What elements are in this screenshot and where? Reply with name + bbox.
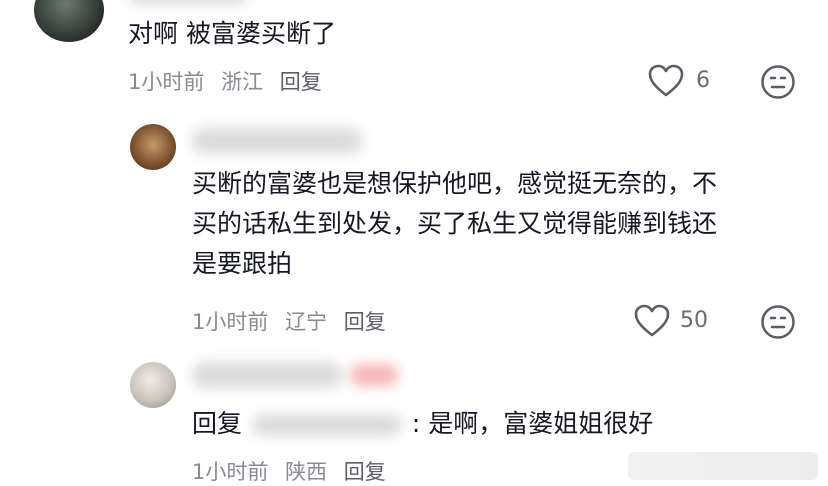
reply-avatar[interactable]	[130, 124, 176, 170]
reply-time: 1小时前	[192, 310, 269, 334]
avatar[interactable]	[34, 0, 104, 42]
reply-meta: 1小时前 辽宁 回复	[192, 306, 396, 336]
reply-avatar[interactable]	[130, 362, 176, 408]
comment-meta: 1小时前 浙江 回复	[128, 66, 332, 96]
username-blurred	[192, 362, 342, 388]
reply-region: 辽宁	[285, 310, 328, 334]
reply-text: 回复 : 是啊，富婆姐姐很好	[192, 404, 653, 444]
badge-blurred	[350, 364, 398, 386]
heart-icon[interactable]	[648, 64, 684, 98]
heart-icon[interactable]	[634, 304, 670, 338]
username-blurred	[128, 0, 248, 4]
comment-text: 对啊 被富婆买断了	[128, 19, 336, 48]
reply-text-line: 买断的富婆也是想保护他吧，感觉挺无奈的，不	[192, 169, 718, 198]
meh-face-icon[interactable]	[760, 64, 796, 100]
reply-text-line: 买的话私生到处发，买了私生又觉得能赚到钱还	[192, 209, 718, 238]
reply-text: 买断的富婆也是想保护他吧，感觉挺无奈的，不 买的话私生到处发，买了私生又觉得能赚…	[192, 164, 717, 284]
username-blurred	[192, 128, 362, 154]
comment-region: 浙江	[221, 70, 264, 94]
watermark	[628, 452, 818, 480]
reply-text-line: 是要跟拍	[192, 249, 293, 278]
reply-prefix: 回复	[192, 409, 243, 438]
reply-region: 陕西	[285, 460, 328, 484]
like-count: 6	[696, 68, 710, 93]
reply-meta: 1小时前 陕西 回复	[192, 456, 396, 486]
reply-button[interactable]: 回复	[344, 310, 386, 334]
like-count: 50	[680, 308, 708, 333]
reply-button[interactable]: 回复	[280, 70, 322, 94]
mention-blurred[interactable]	[251, 414, 402, 436]
reply-time: 1小时前	[192, 460, 269, 484]
comment-time: 1小时前	[128, 70, 205, 94]
meh-face-icon[interactable]	[760, 304, 796, 340]
reply-button[interactable]: 回复	[344, 460, 386, 484]
reply-body: : 是啊，富婆姐姐很好	[411, 409, 654, 438]
